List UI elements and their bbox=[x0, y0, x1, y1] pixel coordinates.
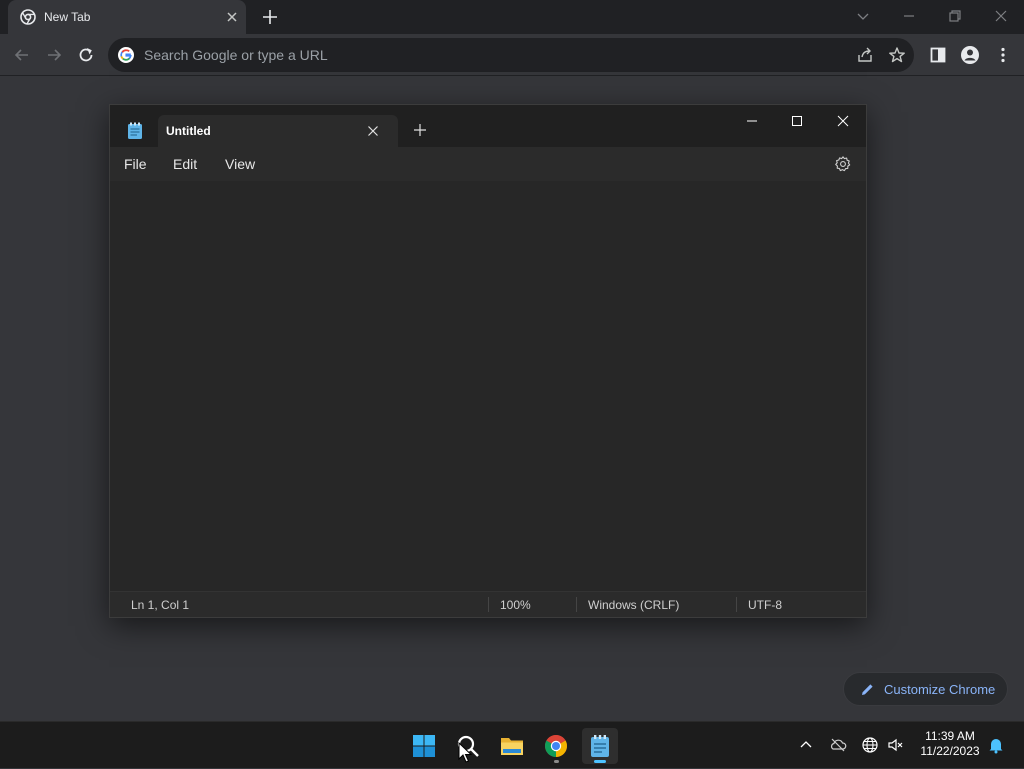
clock-time: 11:39 AM bbox=[925, 729, 975, 743]
reload-icon[interactable] bbox=[76, 45, 96, 65]
notepad-statusbar: Ln 1, Col 1 100% Windows (CRLF) UTF-8 bbox=[110, 591, 866, 617]
minimize-icon[interactable] bbox=[743, 112, 761, 130]
maximize-icon[interactable] bbox=[788, 112, 806, 130]
browser-tabstrip: New Tab bbox=[0, 0, 1024, 34]
notepad-window: Untitled File Edit View Ln 1, Col 1 100%… bbox=[109, 104, 867, 618]
bookmark-star-icon[interactable] bbox=[888, 46, 906, 64]
new-tab-plus-icon[interactable] bbox=[260, 7, 280, 27]
notepad-icon bbox=[591, 735, 609, 757]
close-window-icon[interactable] bbox=[834, 112, 852, 130]
status-divider bbox=[736, 597, 737, 612]
omnibox[interactable] bbox=[108, 38, 914, 72]
side-panel-icon[interactable] bbox=[928, 45, 948, 65]
running-indicator bbox=[554, 760, 559, 763]
minimize-icon[interactable] bbox=[899, 6, 919, 26]
active-app-indicator bbox=[594, 760, 606, 763]
new-tab-plus-icon[interactable] bbox=[412, 122, 428, 138]
network-globe-icon[interactable] bbox=[861, 736, 879, 754]
file-explorer-icon bbox=[501, 738, 523, 755]
chrome-menu-kebab-icon[interactable] bbox=[993, 45, 1013, 65]
taskbar-chrome[interactable] bbox=[538, 728, 574, 764]
share-icon[interactable] bbox=[856, 46, 874, 64]
pencil-icon bbox=[860, 682, 875, 697]
chrome-favicon-icon bbox=[20, 9, 36, 25]
volume-muted-icon[interactable] bbox=[887, 736, 905, 754]
tab-search-chevron-icon[interactable] bbox=[853, 6, 873, 26]
windows-taskbar: 11:39 AM 11/22/2023 bbox=[0, 721, 1024, 768]
show-hidden-icons-chevron-icon[interactable] bbox=[797, 736, 815, 754]
status-encoding[interactable]: UTF-8 bbox=[748, 598, 782, 612]
close-tab-icon[interactable] bbox=[364, 122, 382, 140]
browser-tab-title: New Tab bbox=[44, 10, 91, 24]
notepad-text-editor[interactable] bbox=[110, 181, 866, 591]
customize-chrome-label: Customize Chrome bbox=[884, 682, 996, 697]
close-window-icon[interactable] bbox=[991, 6, 1011, 26]
start-icon bbox=[413, 735, 435, 757]
mouse-cursor-icon bbox=[458, 741, 473, 764]
forward-arrow-icon[interactable] bbox=[44, 45, 64, 65]
status-line-ending[interactable]: Windows (CRLF) bbox=[588, 598, 679, 612]
notepad-titlebar[interactable]: Untitled bbox=[110, 105, 866, 147]
taskbar-file-explorer[interactable] bbox=[494, 728, 530, 764]
status-zoom[interactable]: 100% bbox=[500, 598, 531, 612]
onedrive-offline-icon[interactable] bbox=[829, 736, 847, 754]
notepad-tab-untitled[interactable]: Untitled bbox=[158, 115, 398, 147]
browser-tab-new-tab[interactable]: New Tab bbox=[8, 0, 246, 34]
menu-edit[interactable]: Edit bbox=[173, 156, 197, 172]
close-tab-icon[interactable] bbox=[224, 9, 240, 25]
notepad-app-icon bbox=[127, 122, 143, 140]
chrome-icon bbox=[545, 735, 567, 757]
clock-date: 11/22/2023 bbox=[920, 744, 980, 758]
browser-toolbar bbox=[0, 34, 1024, 76]
customize-chrome-button[interactable]: Customize Chrome bbox=[843, 672, 1008, 706]
notepad-tab-title: Untitled bbox=[166, 124, 211, 138]
restore-icon[interactable] bbox=[945, 6, 965, 26]
start-button[interactable] bbox=[406, 728, 442, 764]
notification-bell-icon[interactable] bbox=[987, 736, 1005, 754]
menu-file[interactable]: File bbox=[124, 156, 147, 172]
profile-avatar-icon[interactable] bbox=[960, 45, 980, 65]
status-divider bbox=[576, 597, 577, 612]
status-divider bbox=[488, 597, 489, 612]
notepad-menubar: File Edit View bbox=[110, 147, 866, 181]
status-line-column: Ln 1, Col 1 bbox=[131, 598, 190, 612]
omnibox-input[interactable] bbox=[142, 38, 842, 72]
back-arrow-icon[interactable] bbox=[12, 45, 32, 65]
taskbar-notepad[interactable] bbox=[582, 728, 618, 764]
taskbar-clock[interactable]: 11:39 AM 11/22/2023 bbox=[914, 729, 986, 759]
menu-view[interactable]: View bbox=[225, 156, 255, 172]
google-g-icon bbox=[118, 47, 134, 63]
settings-gear-icon[interactable] bbox=[834, 155, 852, 173]
